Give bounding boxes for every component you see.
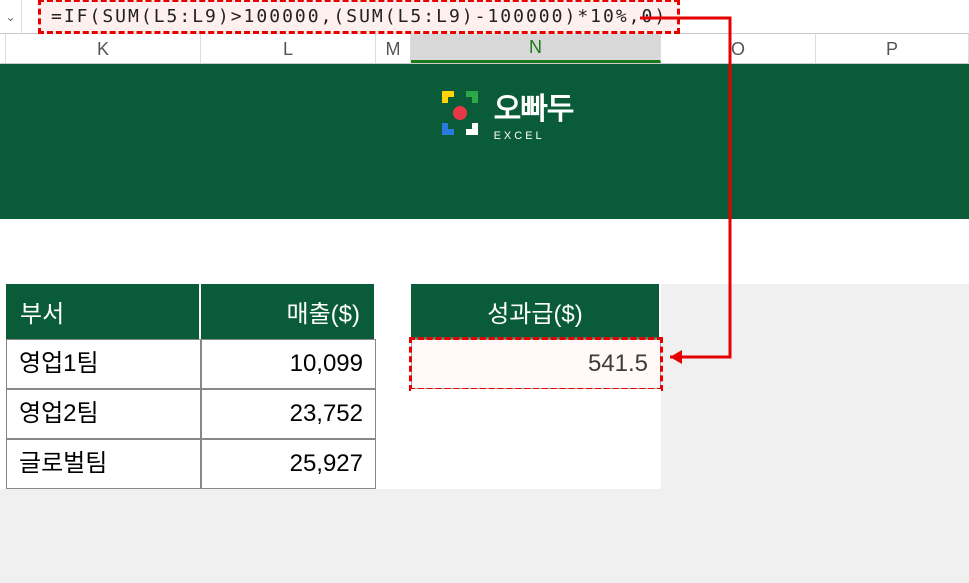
header-sales[interactable]: 매출($): [201, 284, 376, 339]
table-row: 글로벌팀 25,927: [0, 439, 969, 489]
cell-dept[interactable]: 글로벌팀: [6, 439, 201, 489]
logo: 오빠두 EXCEL: [436, 84, 574, 142]
table-header: 부서 매출($) 성과급($): [0, 284, 969, 339]
column-header-k[interactable]: K: [6, 34, 201, 63]
cell-gap: [376, 389, 411, 439]
logo-text: 오빠두 EXCEL: [494, 84, 574, 142]
cell-sales[interactable]: 10,099: [201, 339, 376, 389]
column-headers: K L M N O P: [0, 34, 969, 64]
table-row: 영업2팀 23,752: [0, 389, 969, 439]
cell-bonus[interactable]: [411, 389, 661, 439]
column-header-n[interactable]: N: [411, 34, 661, 63]
logo-main-text: 오빠두: [494, 84, 574, 128]
cell-bonus-result[interactable]: 541.5: [411, 339, 661, 389]
column-header-o[interactable]: O: [661, 34, 816, 63]
header-dept[interactable]: 부서: [6, 284, 201, 339]
banner: 오빠두 EXCEL: [0, 64, 969, 219]
header-gap: [376, 284, 411, 339]
column-header-m[interactable]: M: [376, 34, 411, 63]
table-row: 영업1팀 10,099 541.5: [0, 339, 969, 389]
bonus-value: 541.5: [588, 350, 648, 377]
formula-bar: ⌄ =IF(SUM(L5:L9)>100000,(SUM(L5:L9)-1000…: [0, 0, 969, 34]
logo-sub-text: EXCEL: [494, 130, 574, 142]
cell-sales[interactable]: 25,927: [201, 439, 376, 489]
cell-gap: [376, 439, 411, 489]
logo-icon: [436, 89, 484, 137]
header-bonus[interactable]: 성과급($): [411, 284, 661, 339]
cell-dept[interactable]: 영업2팀: [6, 389, 201, 439]
cell-sales[interactable]: 23,752: [201, 389, 376, 439]
empty-row: [0, 219, 969, 284]
cell-bonus[interactable]: [411, 439, 661, 489]
cell-dept[interactable]: 영업1팀: [6, 339, 201, 389]
column-header-p[interactable]: P: [816, 34, 969, 63]
cell-gap: [376, 339, 411, 389]
formula-dropdown[interactable]: ⌄: [0, 0, 22, 33]
formula-input[interactable]: =IF(SUM(L5:L9)>100000,(SUM(L5:L9)-100000…: [38, 0, 680, 34]
column-header-l[interactable]: L: [201, 34, 376, 63]
